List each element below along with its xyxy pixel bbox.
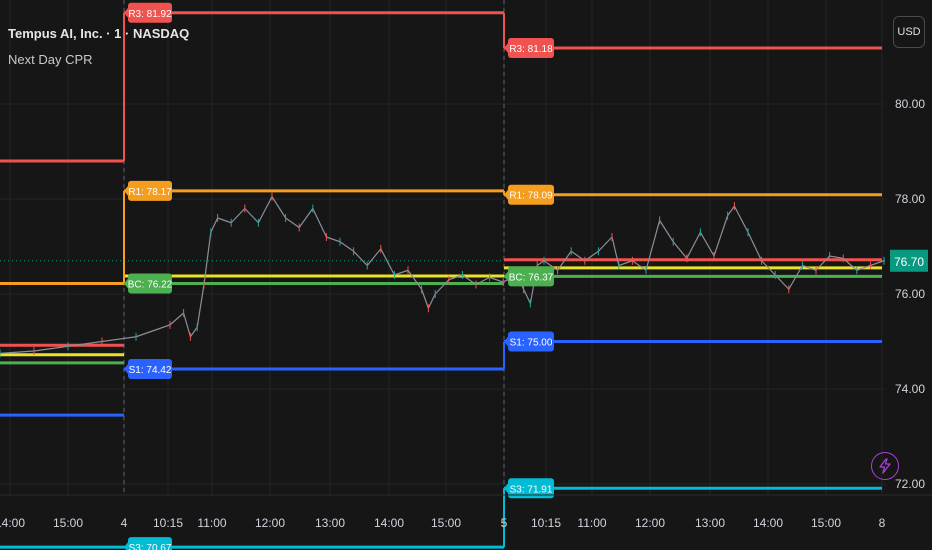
level-tag-s1-4: S1: 74.42 xyxy=(124,359,172,380)
level-tag-r1-4: R1: 78.17 xyxy=(124,180,172,201)
level-tag-bc-4: BC: 76.22 xyxy=(124,273,173,294)
lightning-icon[interactable] xyxy=(871,452,899,480)
x-tick-label: 12:00 xyxy=(635,516,665,530)
x-tick-label: 14:00 xyxy=(374,516,404,530)
level-tag-label: BC: 76.22 xyxy=(128,280,173,291)
y-tick-label: 72.00 xyxy=(895,477,925,491)
level-tag-label: S3: 70.67 xyxy=(129,543,172,550)
y-tick-label: 80.00 xyxy=(895,97,925,111)
symbol-title: Tempus AI, Inc. · 1 · NASDAQ xyxy=(8,26,190,41)
currency-button[interactable]: USD xyxy=(893,16,925,48)
x-tick-label: 10:15 xyxy=(531,516,561,530)
level-tag-label: S3: 71.91 xyxy=(510,484,553,495)
bolt-glyph xyxy=(879,458,891,474)
level-tag-label: S1: 74.42 xyxy=(129,365,172,376)
level-tag-label: R3: 81.18 xyxy=(509,44,553,55)
level-tag-label: R1: 78.17 xyxy=(128,187,172,198)
x-tick-label: 5 xyxy=(501,516,508,530)
level-tag-label: R1: 78.09 xyxy=(509,191,553,202)
x-tick-label: 8 xyxy=(879,516,886,530)
x-tick-label: 13:00 xyxy=(695,516,725,530)
level-tag-label: S1: 75.00 xyxy=(510,338,553,349)
level-tag-s1-5: S1: 75.00 xyxy=(504,331,554,352)
level-tag-label: BC: 76.37 xyxy=(509,272,554,283)
x-tick-label: 14:00 xyxy=(0,516,25,530)
y-tick-label: 76.00 xyxy=(895,287,925,301)
x-tick-label: 13:00 xyxy=(315,516,345,530)
x-tick-label: 10:15 xyxy=(153,516,183,530)
x-tick-label: 11:00 xyxy=(577,516,606,530)
y-tick-label: 78.00 xyxy=(895,192,925,206)
x-tick-label: 15:00 xyxy=(53,516,83,530)
x-tick-label: 11:00 xyxy=(197,516,226,530)
price-chart[interactable]: R3: 81.92 R1: 78.17 BC: 76.22 S1: 74.42 S3: … xyxy=(0,0,932,550)
level-tag-s3-4: S3: 70.67 xyxy=(124,537,172,550)
x-tick-label: 15:00 xyxy=(431,516,461,530)
x-tick-label: 4 xyxy=(121,516,128,530)
level-tag-r1-5: R1: 78.09 xyxy=(504,184,554,205)
y-tick-label: 74.00 xyxy=(895,382,925,396)
x-tick-label: 12:00 xyxy=(255,516,285,530)
x-tick-label: 15:00 xyxy=(811,516,841,530)
level-tag-r3-4: R3: 81.92 xyxy=(124,2,172,23)
level-tag-r3-5: R3: 81.18 xyxy=(504,37,554,58)
indicator-name[interactable]: Next Day CPR xyxy=(8,52,93,67)
level-tag-label: R3: 81.92 xyxy=(128,9,172,20)
level-tag-bc-5: BC: 76.37 xyxy=(504,266,554,287)
x-tick-label: 14:00 xyxy=(753,516,783,530)
last-price-label: 76.70 xyxy=(894,255,924,269)
